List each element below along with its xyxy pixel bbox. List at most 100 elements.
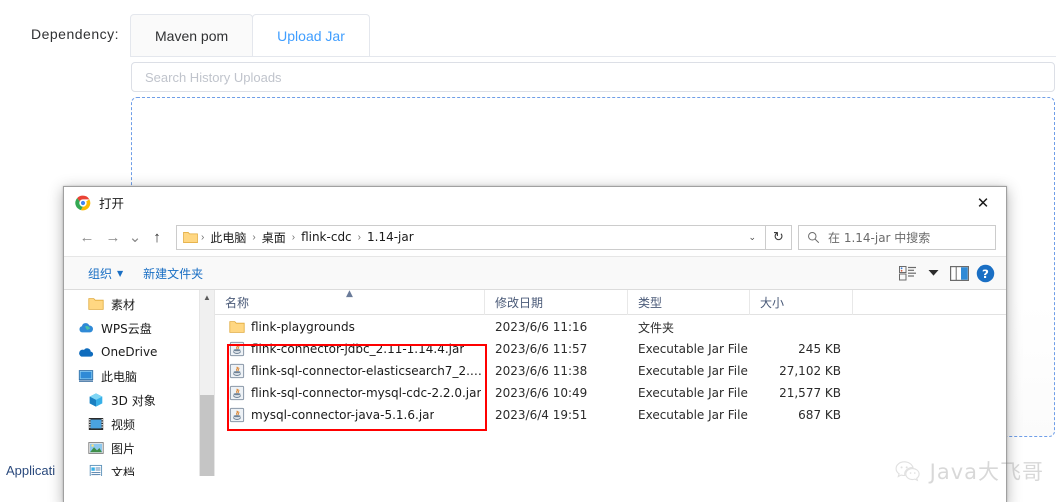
tab-underline [130,56,1056,57]
file-name-cell: flink-sql-connector-elasticsearch7_2.1..… [215,363,485,379]
jar-file-icon [229,385,245,401]
dialog-command-bar: 组织 ▼ 新建文件夹 ? [64,256,1006,290]
column-headers: ▲ 名称 修改日期 类型 大小 [215,290,1006,315]
file-type: 文件夹 [638,320,675,335]
up-icon[interactable]: ↑ [144,224,170,250]
organize-label: 组织 [88,266,113,281]
jar-file-icon [229,407,245,423]
file-name-cell: flink-sql-connector-mysql-cdc-2.2.0.jar [215,385,485,401]
file-size: 27,102 KB [779,364,841,378]
file-date: 2023/6/6 11:57 [495,342,588,356]
table-row[interactable]: flink-connector-jdbc_2.11-1.14.4.jar 202… [215,338,1006,360]
scrollbar-thumb[interactable] [200,395,214,476]
nav-item-videos[interactable]: 视频 [64,412,214,436]
search-history-uploads-field[interactable] [131,62,1055,92]
navigation-pane: 素材 WPS云盘 OneDrive 此电脑 3D 对象 视频 图片 文档 ▲ [64,290,215,476]
folder-icon [88,298,104,310]
svg-text:?: ? [982,266,989,280]
table-row[interactable]: mysql-connector-java-5.1.6.jar 2023/6/4 … [215,404,1006,426]
nav-item-label: 3D 对象 [111,393,156,408]
folder-icon [183,231,198,243]
dialog-title-bar[interactable]: 打开 ✕ [64,187,1006,218]
column-header-name-label: 名称 [225,295,250,310]
wechat-icon [895,461,920,482]
nav-item-label: 文档 [111,465,136,477]
dialog-search-field[interactable]: 在 1.14-jar 中搜索 [798,224,996,250]
preview-pane-icon[interactable] [946,260,972,286]
nav-item-label: WPS云盘 [101,321,152,336]
breadcrumb-item-this-pc[interactable]: 此电脑 [205,229,251,246]
organize-button[interactable]: 组织 ▼ [78,260,133,286]
file-type: Executable Jar File [638,408,748,422]
navigation-pane-scrollbar[interactable]: ▲ [199,290,214,476]
dialog-title: 打开 [99,196,125,211]
column-header-size[interactable]: 大小 [750,290,853,315]
close-icon[interactable]: ✕ [960,187,1006,218]
documents-icon [89,464,103,476]
chevron-down-icon: ▼ [117,268,124,278]
list-view-icon[interactable] [894,260,920,286]
chevron-down-icon[interactable]: ⌄ [748,232,761,243]
file-list-pane: ▲ 名称 修改日期 类型 大小 flink-playgrounds 2023/6… [215,290,1006,476]
nav-item-sucai[interactable]: 素材 [64,292,214,316]
file-type: Executable Jar File [638,386,748,400]
dialog-body: 素材 WPS云盘 OneDrive 此电脑 3D 对象 视频 图片 文档 ▲ ▲… [64,290,1006,476]
nav-item-label: OneDrive [101,345,158,359]
back-icon[interactable]: ← [74,224,100,250]
application-text: Applicati [6,463,56,478]
file-name: flink-sql-connector-mysql-cdc-2.2.0.jar [251,386,482,400]
pictures-icon [88,442,104,454]
tab-maven-pom[interactable]: Maven pom [130,14,254,56]
view-options-chevron-down-icon[interactable] [920,260,946,286]
breadcrumb-item-desktop[interactable]: 桌面 [257,229,291,246]
nav-item-onedrive[interactable]: OneDrive [64,340,214,364]
forward-icon[interactable]: → [100,224,126,250]
file-name-cell: flink-connector-jdbc_2.11-1.14.4.jar [215,341,485,357]
file-date: 2023/6/6 11:38 [495,364,588,378]
nav-item-wps-cloud[interactable]: WPS云盘 [64,316,214,340]
file-name: mysql-connector-java-5.1.6.jar [251,408,435,422]
file-date: 2023/6/6 11:16 [495,320,588,334]
nav-item-documents[interactable]: 文档 [64,460,214,476]
column-header-date[interactable]: 修改日期 [485,290,628,315]
scroll-up-icon[interactable]: ▲ [200,290,214,304]
nav-item-label: 图片 [111,441,136,456]
table-row[interactable]: flink-sql-connector-elasticsearch7_2.1..… [215,360,1006,382]
file-open-dialog: 打开 ✕ ← → ⌄ ↑ › 此电脑 › 桌面 › flink-cdc › 1.… [63,186,1007,502]
file-type: Executable Jar File [638,342,748,356]
file-name-cell: mysql-connector-java-5.1.6.jar [215,407,485,423]
file-name-cell: flink-playgrounds [215,319,485,335]
breadcrumb-item-flink-cdc[interactable]: flink-cdc [296,230,357,244]
column-header-name[interactable]: ▲ 名称 [215,290,485,315]
folder-icon [229,321,245,333]
file-name: flink-sql-connector-elasticsearch7_2.1..… [251,364,485,378]
breadcrumb[interactable]: › 此电脑 › 桌面 › flink-cdc › 1.14-jar ⌄ [176,224,766,250]
recent-locations-icon[interactable]: ⌄ [126,224,144,250]
help-icon[interactable]: ? [972,260,998,286]
jar-file-icon [229,363,245,379]
table-row[interactable]: flink-playgrounds 2023/6/6 11:16 文件夹 [215,316,1006,338]
file-date: 2023/6/4 19:51 [495,408,588,422]
tab-upload-jar[interactable]: Upload Jar [252,14,370,56]
search-history-input[interactable] [143,68,1043,86]
file-rows: flink-playgrounds 2023/6/6 11:16 文件夹 fli… [215,315,1006,426]
dependency-tabs: Maven pom Upload Jar [130,14,370,56]
column-header-type[interactable]: 类型 [628,290,750,315]
nav-item-label: 此电脑 [101,369,138,384]
watermark-text: Java大飞哥 [929,460,1044,484]
column-header-filler [853,290,1006,315]
search-icon [808,231,820,243]
breadcrumb-item-114-jar[interactable]: 1.14-jar [362,230,419,244]
nav-item-this-pc[interactable]: 此电脑 [64,364,214,388]
nav-item-pictures[interactable]: 图片 [64,436,214,460]
nav-item-label: 视频 [111,417,136,432]
nav-item-3d-objects[interactable]: 3D 对象 [64,388,214,412]
screen-root: Dependency: Maven pom Upload Jar Applica… [0,0,1056,502]
new-folder-button[interactable]: 新建文件夹 [133,260,213,286]
onedrive-icon [79,348,94,357]
refresh-icon[interactable]: ↻ [765,224,792,250]
watermark: Java大飞哥 [895,456,1044,486]
table-row[interactable]: flink-sql-connector-mysql-cdc-2.2.0.jar … [215,382,1006,404]
file-size: 21,577 KB [779,386,841,400]
file-name: flink-connector-jdbc_2.11-1.14.4.jar [251,342,465,356]
